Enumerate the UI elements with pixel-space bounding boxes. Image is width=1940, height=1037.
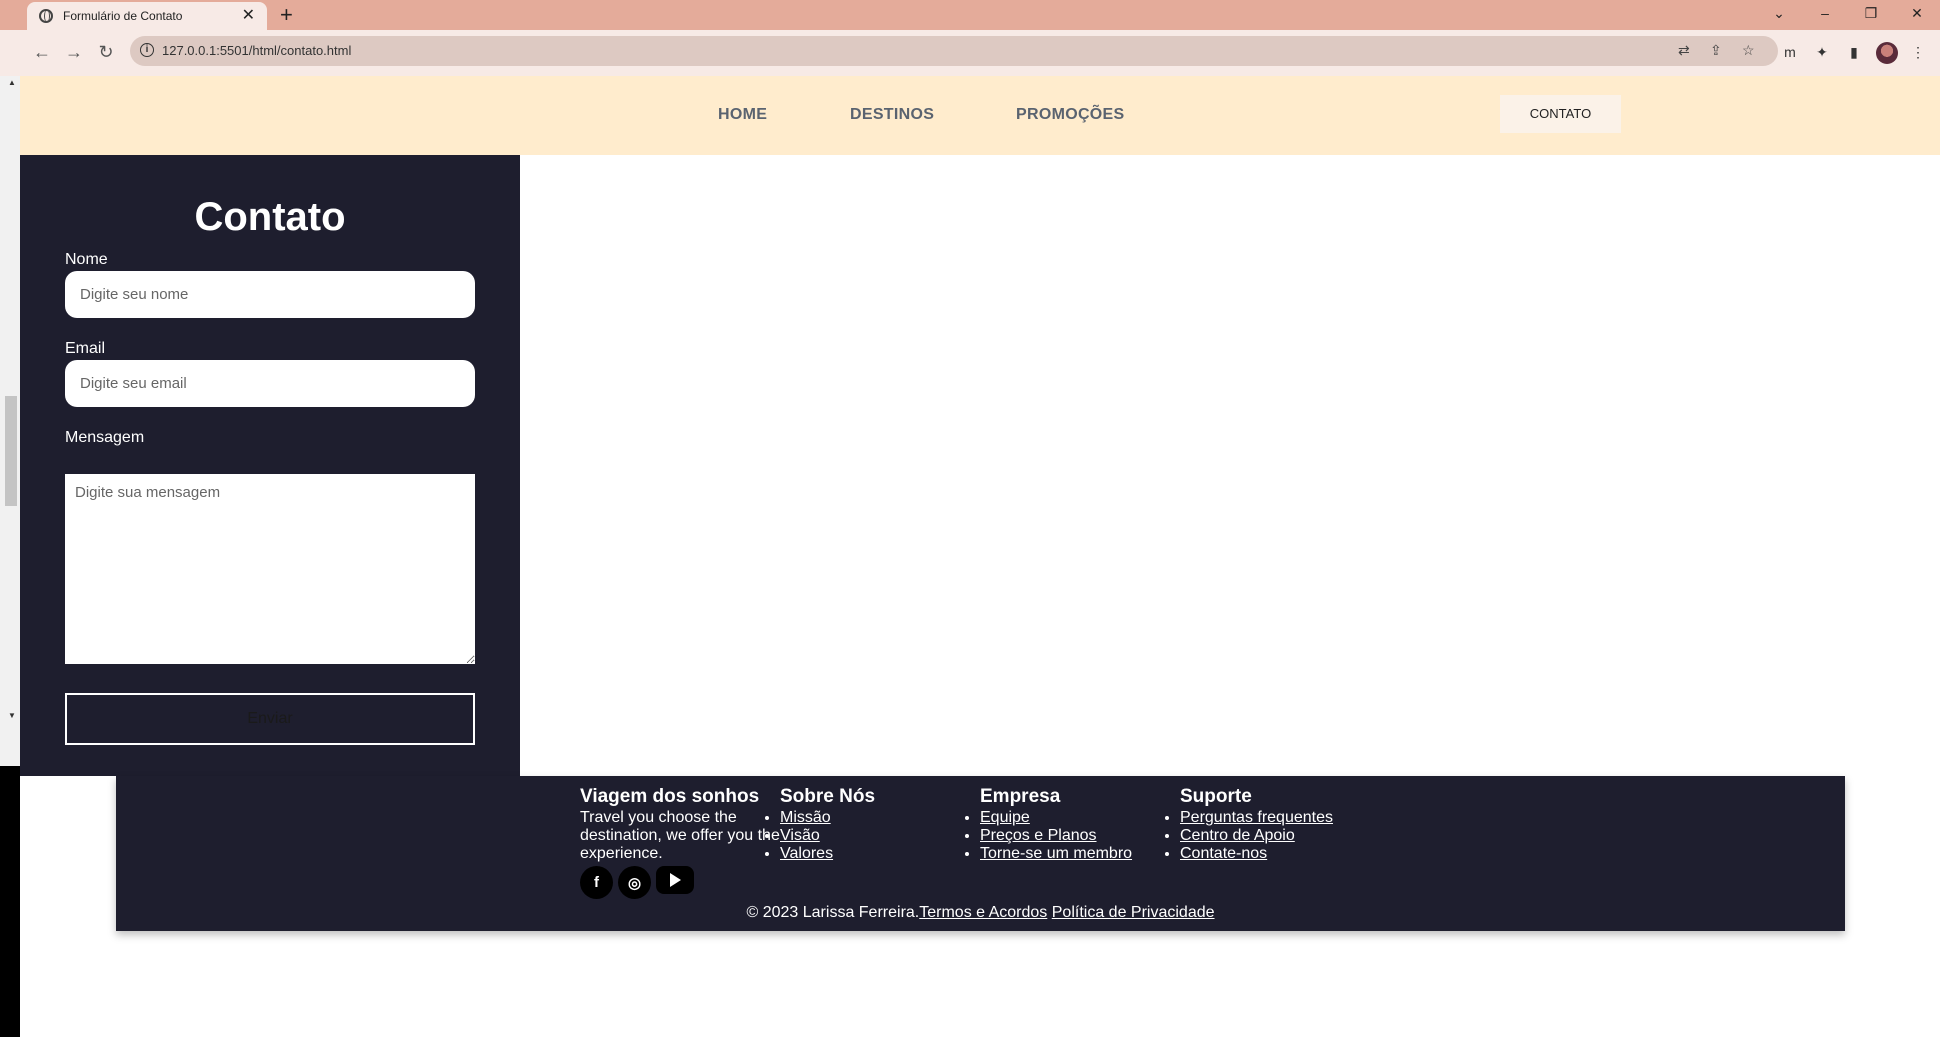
copyright-text: © 2023 Larissa Ferreira. <box>746 904 920 921</box>
footer-link-faq[interactable]: Perguntas frequentes <box>1180 809 1333 826</box>
nav-home[interactable]: HOME <box>718 106 767 124</box>
address-bar[interactable]: i 127.0.0.1:5501/html/contato.html ⇄ ⇪ ☆ <box>130 36 1778 66</box>
mensagem-textarea[interactable] <box>65 474 475 664</box>
nome-label: Nome <box>65 251 108 268</box>
side-panel-icon[interactable]: ▮ <box>1844 42 1864 62</box>
footer-empresa-title: Empresa <box>980 786 1061 807</box>
minimize-icon[interactable]: – <box>1802 0 1848 26</box>
footer-brand-text: Travel you choose the destination, we of… <box>580 809 780 862</box>
browser-tab-bar: Formulário de Contato ✕ + ⌄ – ❐ ✕ <box>0 0 1940 30</box>
footer-link-equipe[interactable]: Equipe <box>980 809 1030 826</box>
youtube-icon[interactable] <box>656 866 694 894</box>
enviar-button[interactable]: Enviar <box>65 693 475 745</box>
form-title: Contato <box>194 195 346 239</box>
footer-link-missao[interactable]: Missão <box>780 809 831 826</box>
back-icon[interactable]: ← <box>28 38 56 66</box>
footer-brand-column: Viagem dos sonhos Travel you choose the … <box>580 786 780 863</box>
browser-toolbar: ← → ↻ i 127.0.0.1:5501/html/contato.html… <box>0 30 1940 76</box>
list-item: Torne-se um membro <box>980 845 1180 863</box>
mensagem-label: Mensagem <box>65 429 145 446</box>
terms-link[interactable]: Termos e Acordos <box>919 904 1047 921</box>
footer-link-precos[interactable]: Preços e Planos <box>980 827 1097 844</box>
contact-form-panel: Contato Nome Email Mensagem Enviar <box>20 155 520 776</box>
menu-kebab-icon[interactable]: ⋮ <box>1908 42 1928 62</box>
list-item: Preços e Planos <box>980 827 1180 845</box>
close-window-icon[interactable]: ✕ <box>1894 0 1940 26</box>
facebook-icon[interactable]: f <box>580 866 613 899</box>
tab-search-icon[interactable]: ⌄ <box>1756 0 1802 26</box>
nome-input[interactable] <box>65 271 475 318</box>
nav-contato-button[interactable]: CONTATO <box>1500 95 1621 133</box>
footer-link-contate[interactable]: Contate-nos <box>1180 845 1267 862</box>
scroll-up-icon[interactable]: ▲ <box>8 78 16 87</box>
instagram-icon[interactable]: ◎ <box>618 866 651 899</box>
scroll-down-icon[interactable]: ▼ <box>8 711 16 720</box>
bookmark-star-icon[interactable]: ☆ <box>1742 42 1755 59</box>
email-input[interactable] <box>65 360 475 407</box>
footer-suporte-column: Suporte Perguntas frequentes Centro de A… <box>1180 786 1380 863</box>
footer-sobre-title: Sobre Nós <box>780 786 876 807</box>
list-item: Missão <box>780 809 980 827</box>
forward-icon[interactable]: → <box>60 38 88 66</box>
footer-brand-title: Viagem dos sonhos <box>580 786 760 807</box>
footer-empresa-column: Empresa Equipe Preços e Planos Torne-se … <box>980 786 1180 863</box>
site-info-icon[interactable]: i <box>140 43 154 57</box>
site-footer: Viagem dos sonhos Travel you choose the … <box>116 776 1845 931</box>
list-item: Perguntas frequentes <box>1180 809 1380 827</box>
left-edge-panel <box>0 766 20 1037</box>
restore-icon[interactable]: ❐ <box>1848 0 1894 26</box>
extension-m-icon[interactable]: m <box>1780 42 1800 62</box>
list-item: Centro de Apoio <box>1180 827 1380 845</box>
site-header: HOME DESTINOS PROMOÇÕES CONTATO <box>20 76 1940 155</box>
profile-avatar[interactable] <box>1876 42 1898 64</box>
list-item: Contate-nos <box>1180 845 1380 863</box>
share-icon[interactable]: ⇪ <box>1710 42 1722 59</box>
url-text[interactable]: 127.0.0.1:5501/html/contato.html <box>162 43 351 58</box>
nav-destinos[interactable]: DESTINOS <box>850 106 934 124</box>
scrollbar-thumb[interactable] <box>5 396 17 506</box>
footer-copyright: © 2023 Larissa Ferreira.Termos e Acordos… <box>116 904 1845 922</box>
footer-suporte-title: Suporte <box>1180 786 1252 807</box>
new-tab-button[interactable]: + <box>280 2 293 28</box>
list-item: Equipe <box>980 809 1180 827</box>
social-links: f ◎ <box>580 866 694 899</box>
globe-icon <box>39 9 53 23</box>
list-item: Valores <box>780 845 980 863</box>
footer-link-apoio[interactable]: Centro de Apoio <box>1180 827 1295 844</box>
devtools-scrollbar[interactable]: ▲ ▼ <box>0 76 20 766</box>
tab-title: Formulário de Contato <box>63 9 183 23</box>
reload-icon[interactable]: ↻ <box>92 38 120 66</box>
list-item: Visão <box>780 827 980 845</box>
translate-icon[interactable]: ⇄ <box>1678 42 1690 59</box>
footer-sobre-column: Sobre Nós Missão Visão Valores <box>780 786 980 863</box>
privacy-link[interactable]: Política de Privacidade <box>1052 904 1215 921</box>
close-tab-icon[interactable]: ✕ <box>242 8 255 24</box>
email-label: Email <box>65 340 106 357</box>
footer-link-visao[interactable]: Visão <box>780 827 820 844</box>
page-viewport: ▲ ▼ HOME DESTINOS PROMOÇÕES CONTATO Cont… <box>0 76 1940 1037</box>
browser-tab[interactable]: Formulário de Contato ✕ <box>27 2 267 30</box>
footer-link-valores[interactable]: Valores <box>780 845 833 862</box>
footer-link-membro[interactable]: Torne-se um membro <box>980 845 1132 862</box>
nav-promocoes[interactable]: PROMOÇÕES <box>1016 106 1125 124</box>
extensions-puzzle-icon[interactable]: ✦ <box>1812 42 1832 62</box>
